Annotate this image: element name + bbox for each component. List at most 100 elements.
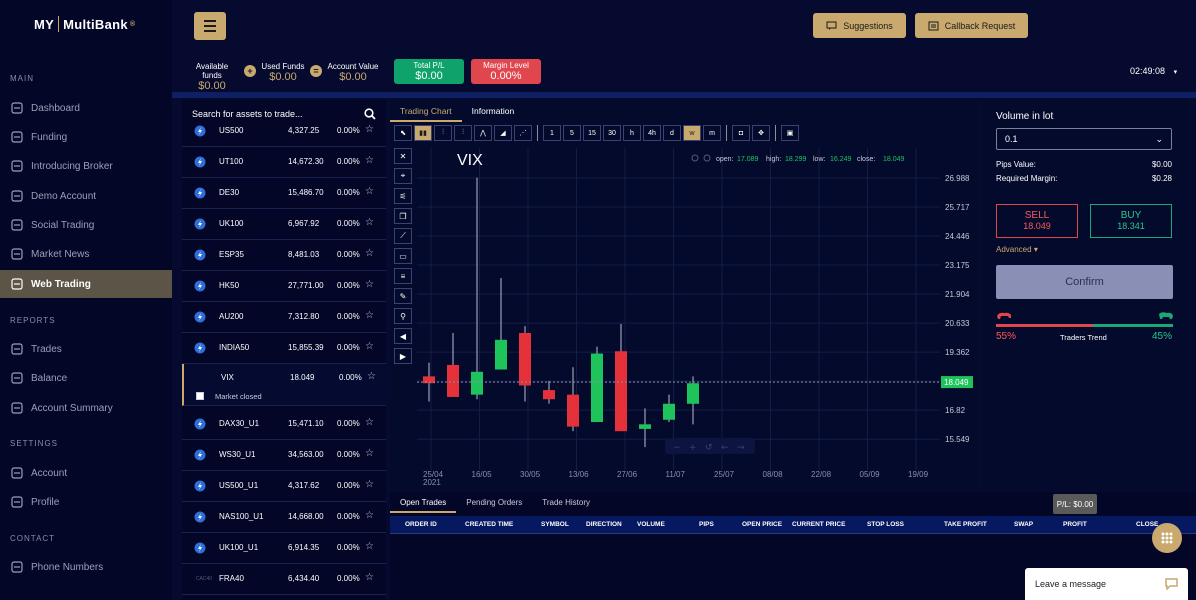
pattern-tool-button[interactable]: ⚟ [394, 188, 412, 204]
sidebar-item-social-trading[interactable]: Social Trading [0, 211, 172, 239]
asset-row[interactable]: UT100 14,672.30 0.00% ☆ [182, 147, 386, 178]
chat-launcher-button[interactable] [1152, 523, 1182, 553]
cursor-tool-button[interactable]: ⬉ [394, 125, 412, 141]
tab-trading-chart[interactable]: Trading Chart [390, 104, 462, 122]
logo[interactable]: MY MultiBank ® [34, 16, 135, 32]
timeframe-button[interactable]: h [623, 125, 641, 141]
timeframe-button[interactable]: m [703, 125, 721, 141]
reset-icon[interactable]: ↺ [705, 443, 713, 453]
header-divider [172, 92, 1196, 98]
sell-button[interactable]: SELL 18.049 [996, 204, 1078, 238]
scroll-left-icon[interactable]: ← [721, 443, 729, 453]
rectangle-tool-button[interactable]: ▭ [394, 248, 412, 264]
crosshair-tool-button[interactable]: ⌖ [394, 168, 412, 184]
buy-button[interactable]: BUY 18.341 [1090, 204, 1172, 238]
sidebar-item-dashboard[interactable]: Dashboard [0, 94, 172, 122]
fullscreen-button[interactable]: ✥ [752, 125, 770, 141]
favorite-star-icon[interactable]: ☆ [365, 572, 374, 583]
sidebar-item-web-trading[interactable]: Web Trading [0, 270, 172, 298]
copy-tool-button[interactable]: ❐ [394, 208, 412, 224]
chart-svg[interactable]: 26.988 25.717 24.446 23.175 21.904 20.633 19.3… [417, 148, 977, 488]
camera-button[interactable]: ◘ [732, 125, 750, 141]
favorite-star-icon[interactable]: ☆ [367, 371, 376, 382]
favorite-star-icon[interactable]: ☆ [365, 155, 374, 166]
sidebar-item-account-summary[interactable]: Account Summary [0, 394, 172, 422]
points-tool-button[interactable]: ⋰ [514, 125, 532, 141]
timeframe-button[interactable]: 15 [583, 125, 601, 141]
callback-request-button[interactable]: Callback Request [915, 13, 1028, 38]
clock[interactable]: 02:49:08 ▾ [1130, 66, 1177, 76]
timeframe-button[interactable]: w [683, 125, 701, 141]
sidebar-item-phone-numbers[interactable]: Phone Numbers [0, 553, 172, 581]
asset-row[interactable]: UK100_U1 6,914.35 0.00% ☆ [182, 533, 386, 564]
asset-price: 6,434.40 [288, 574, 320, 583]
sidebar-item-funding[interactable]: Funding [0, 123, 172, 151]
tab-open-trades[interactable]: Open Trades [390, 498, 457, 513]
candles-tool-button[interactable]: ▮▮ [414, 125, 432, 141]
volume-select[interactable]: 0.1 ⌄ [996, 128, 1172, 150]
asset-row[interactable]: CAC40 FRA40 6,434.40 0.00% ☆ [182, 564, 386, 595]
confirm-button[interactable]: Confirm [996, 265, 1173, 299]
timeframe-button[interactable]: d [663, 125, 681, 141]
advanced-toggle[interactable]: Advanced ▾ [996, 245, 1038, 254]
asset-row[interactable]: INDIA50 15,855.39 0.00% ☆ [182, 333, 386, 364]
asset-row[interactable]: AU200 7,312.80 0.00% ☆ [182, 302, 386, 333]
sidebar-item-market-news[interactable]: Market News [0, 240, 172, 268]
leave-message-widget[interactable]: Leave a message [1025, 568, 1188, 600]
favorite-star-icon[interactable]: ☆ [365, 310, 374, 321]
favorite-star-icon[interactable]: ☆ [365, 217, 374, 228]
scroll-right-icon[interactable]: → [737, 443, 745, 453]
arrow-right-tool-button[interactable]: ▶ [394, 348, 412, 364]
sidebar-item-introducing-broker[interactable]: Introducing Broker [0, 152, 172, 180]
favorite-star-icon[interactable]: ☆ [365, 186, 374, 197]
favorite-star-icon[interactable]: ☆ [365, 448, 374, 459]
asset-row[interactable]: ESP35 8,481.03 0.00% ☆ [182, 240, 386, 271]
suggestions-button[interactable]: Suggestions [813, 13, 906, 38]
bars-tool-button[interactable]: ⫶ [434, 125, 452, 141]
sidebar-item-trades[interactable]: Trades [0, 335, 172, 363]
asset-row[interactable]: WS30_U1 34,563.00 0.00% ☆ [182, 440, 386, 471]
favorite-star-icon[interactable]: ☆ [365, 479, 374, 490]
arrow-left-tool-button[interactable]: ◀ [394, 328, 412, 344]
sidebar-item-balance[interactable]: Balance [0, 364, 172, 392]
zoom-in-icon[interactable]: + [689, 443, 697, 453]
timeframe-button[interactable]: 30 [603, 125, 621, 141]
line-tool-button[interactable]: ⋀ [474, 125, 492, 141]
heikin-tool-button[interactable]: ⫶ [454, 125, 472, 141]
area-tool-button[interactable]: ◢ [494, 125, 512, 141]
asset-row[interactable]: US500 4,327.25 0.00% ☆ [182, 116, 386, 147]
favorite-star-icon[interactable]: ☆ [365, 341, 374, 352]
fibonacci-tool-button[interactable]: ≡ [394, 268, 412, 284]
favorite-star-icon[interactable]: ☆ [365, 510, 374, 521]
asset-row[interactable]: HK50 27,771.00 0.00% ☆ [182, 271, 386, 302]
zoom-out-icon[interactable]: − [673, 443, 681, 453]
magnet-tool-button[interactable]: ⚲ [394, 308, 412, 324]
favorite-star-icon[interactable]: ☆ [365, 124, 374, 135]
asset-row[interactable]: DE30 15,486.70 0.00% ☆ [182, 178, 386, 209]
trendline-icon: ⟋ [400, 231, 406, 240]
asset-row[interactable]: VIX 18.049 0.00% ☆ Market closed [182, 364, 386, 406]
sidebar-item-account[interactable]: Account [0, 459, 172, 487]
tab-pending-orders[interactable]: Pending Orders [456, 498, 532, 513]
sidebar-item-profile[interactable]: Profile [0, 488, 172, 516]
menu-toggle-button[interactable] [194, 12, 226, 40]
tab-trade-history[interactable]: Trade History [532, 498, 600, 513]
sidebar-item-demo-account[interactable]: Demo Account [0, 182, 172, 210]
asset-row[interactable]: DAX30_U1 15,471.10 0.00% ☆ [182, 409, 386, 440]
favorite-star-icon[interactable]: ☆ [365, 541, 374, 552]
timeframe-button[interactable]: 4h [643, 125, 661, 141]
timeframe-button[interactable]: 5 [563, 125, 581, 141]
favorite-star-icon[interactable]: ☆ [365, 417, 374, 428]
timeframe-button[interactable]: 1 [543, 125, 561, 141]
asset-row[interactable]: US500_U1 4,317.62 0.00% ☆ [182, 471, 386, 502]
favorite-star-icon[interactable]: ☆ [365, 248, 374, 259]
asset-row[interactable]: NAS100_U1 14,668.00 0.00% ☆ [182, 502, 386, 533]
trendline-tool-button[interactable]: ⟋ [394, 228, 412, 244]
close-tool-button[interactable]: ✕ [394, 148, 412, 164]
calendar-button[interactable]: ▣ [781, 125, 799, 141]
asset-row[interactable]: UK100 6,967.92 0.00% ☆ [182, 209, 386, 240]
favorite-star-icon[interactable]: ☆ [365, 279, 374, 290]
brush-tool-button[interactable]: ✎ [394, 288, 412, 304]
price-chart[interactable]: 26.988 25.717 24.446 23.175 21.904 20.633 19.3… [417, 148, 977, 488]
tab-information[interactable]: Information [462, 104, 525, 122]
